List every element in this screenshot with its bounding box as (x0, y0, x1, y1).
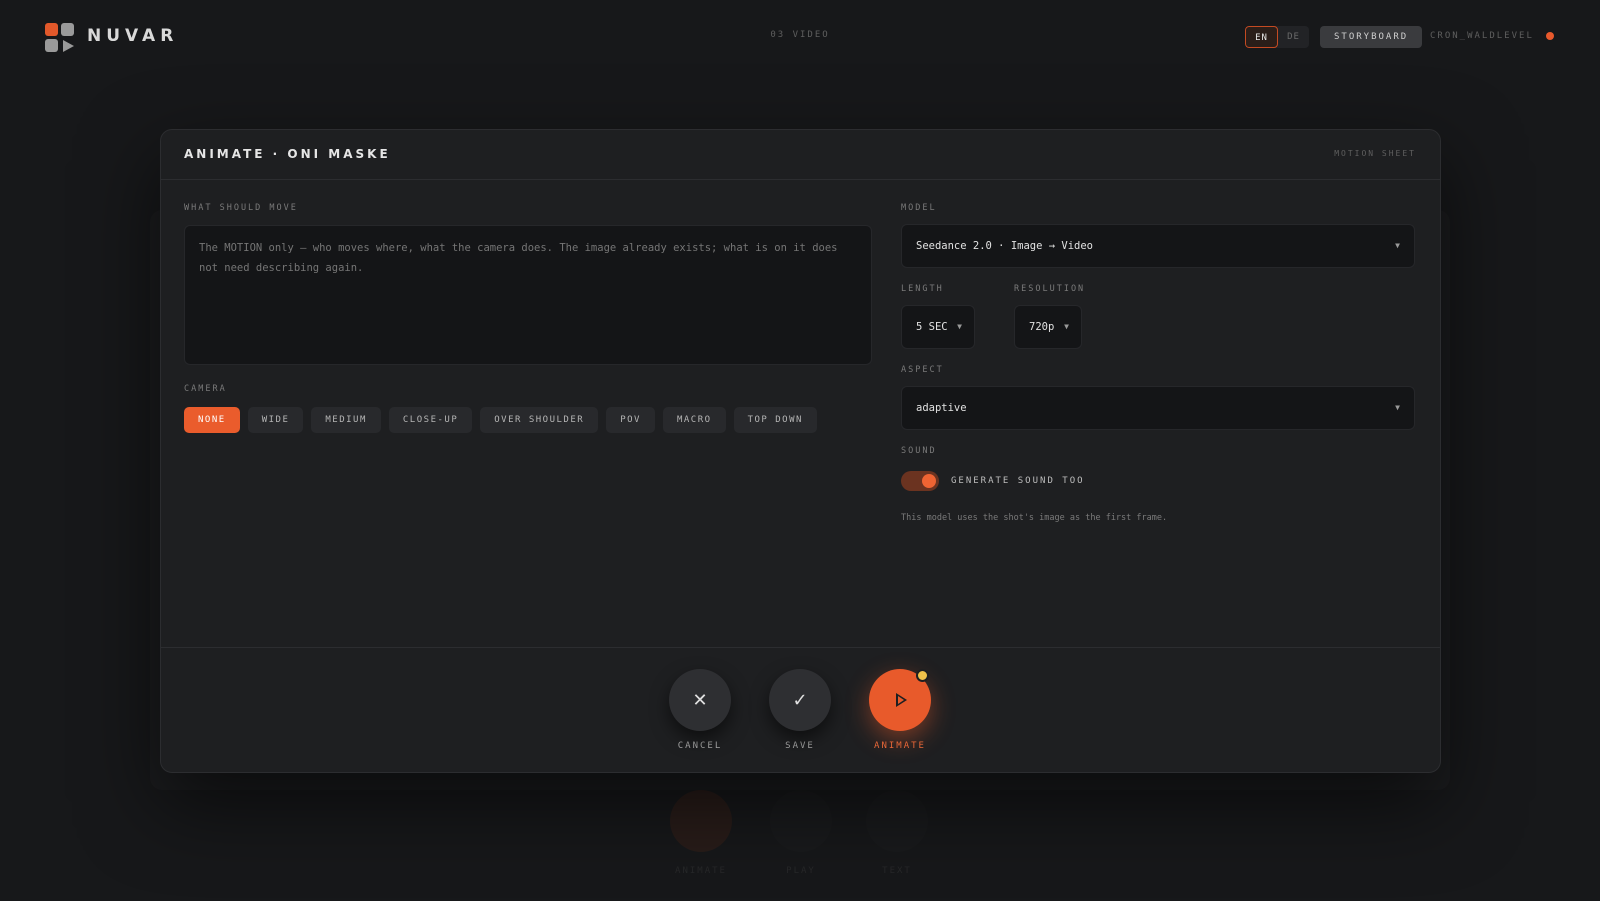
sound-toggle[interactable] (901, 471, 939, 491)
model-note: This model uses the shot's image as the … (901, 513, 1168, 523)
sound-label: SOUND (901, 446, 937, 456)
close-icon: ✕ (692, 689, 708, 711)
lang-en-button[interactable]: EN (1245, 26, 1278, 48)
storyboard-button[interactable]: STORYBOARD (1320, 26, 1423, 48)
background-animate-label: ANIMATE (675, 866, 727, 876)
logo-icon[interactable] (45, 23, 75, 53)
background-text-button (866, 790, 928, 852)
aspect-select[interactable]: adaptive ▼ (901, 386, 1415, 430)
resolution-label: RESOLUTION (1014, 284, 1086, 294)
dialog-tag: MOTION SHEET (1334, 149, 1416, 158)
chevron-down-icon: ▼ (1064, 322, 1069, 331)
background-text-label: TEXT (882, 866, 912, 876)
save-action: ✓ SAVE (769, 669, 831, 751)
model-value: Seedance 2.0 · Image → Video (916, 240, 1094, 252)
checkmark-icon: ✓ (792, 689, 808, 711)
model-select[interactable]: Seedance 2.0 · Image → Video ▼ (901, 224, 1415, 268)
background-animate-button (670, 790, 732, 852)
camera-top-down-chip[interactable]: TOP DOWN (733, 407, 817, 433)
animate-action: ANIMATE (869, 669, 931, 751)
resolution-value: 720p (1029, 321, 1055, 333)
status-dot-icon (1546, 32, 1554, 40)
chevron-down-icon: ▼ (1395, 403, 1400, 412)
top-bar: NUVAR 03 VIDEO EN DE STORYBOARD CRON_WAL… (0, 0, 1600, 72)
camera-medium-chip[interactable]: MEDIUM (311, 407, 381, 433)
dialog-header: ANIMATE · ONI MASKE MOTION SHEET (161, 130, 1440, 180)
camera-options: NONE WIDE MEDIUM CLOSE-UP OVER SHOULDER … (184, 407, 817, 433)
language-switcher: EN DE (1245, 26, 1309, 48)
dialog-title: ANIMATE · ONI MASKE (184, 147, 391, 161)
cancel-button[interactable]: ✕ (669, 669, 731, 731)
toggle-knob (922, 474, 936, 488)
play-icon (896, 693, 907, 707)
username[interactable]: CRON_WALDLEVEL (1430, 31, 1534, 41)
notification-dot (916, 669, 929, 682)
camera-over-shoulder-chip[interactable]: OVER SHOULDER (480, 407, 599, 433)
chevron-down-icon: ▼ (957, 322, 962, 331)
length-value: 5 SEC (916, 321, 948, 333)
animate-label: ANIMATE (874, 741, 926, 751)
background-play-button (770, 790, 832, 852)
camera-wide-chip[interactable]: WIDE (247, 407, 304, 433)
model-label: MODEL (901, 203, 937, 213)
cancel-action: ✕ CANCEL (669, 669, 731, 751)
animate-button[interactable] (869, 669, 931, 731)
chevron-down-icon: ▼ (1395, 241, 1400, 250)
motion-label: WHAT SHOULD MOVE (184, 203, 298, 213)
background-play-label: PLAY (786, 866, 816, 876)
save-button[interactable]: ✓ (769, 669, 831, 731)
resolution-select[interactable]: 720p ▼ (1014, 305, 1082, 349)
aspect-value: adaptive (916, 402, 967, 414)
camera-pov-chip[interactable]: POV (606, 407, 655, 433)
camera-none-chip[interactable]: NONE (184, 407, 240, 433)
motion-textarea[interactable] (184, 225, 872, 365)
length-label: LENGTH (901, 284, 944, 294)
save-label: SAVE (785, 741, 815, 751)
background-actions: ANIMATE PLAY TEXT (670, 790, 930, 890)
brand-name: NUVAR (87, 26, 179, 46)
camera-close-up-chip[interactable]: CLOSE-UP (388, 407, 473, 433)
sound-toggle-label[interactable]: GENERATE SOUND TOO (951, 476, 1085, 486)
lang-de-button[interactable]: DE (1278, 26, 1309, 48)
camera-label: CAMERA (184, 384, 227, 394)
camera-macro-chip[interactable]: MACRO (662, 407, 726, 433)
breadcrumb: 03 VIDEO (770, 30, 830, 40)
length-select[interactable]: 5 SEC ▼ (901, 305, 975, 349)
cancel-label: CANCEL (677, 741, 723, 751)
animate-dialog: ANIMATE · ONI MASKE MOTION SHEET WHAT SH… (160, 129, 1441, 773)
dialog-footer: ✕ CANCEL ✓ SAVE ANIMATE (161, 647, 1440, 774)
aspect-label: ASPECT (901, 365, 944, 375)
